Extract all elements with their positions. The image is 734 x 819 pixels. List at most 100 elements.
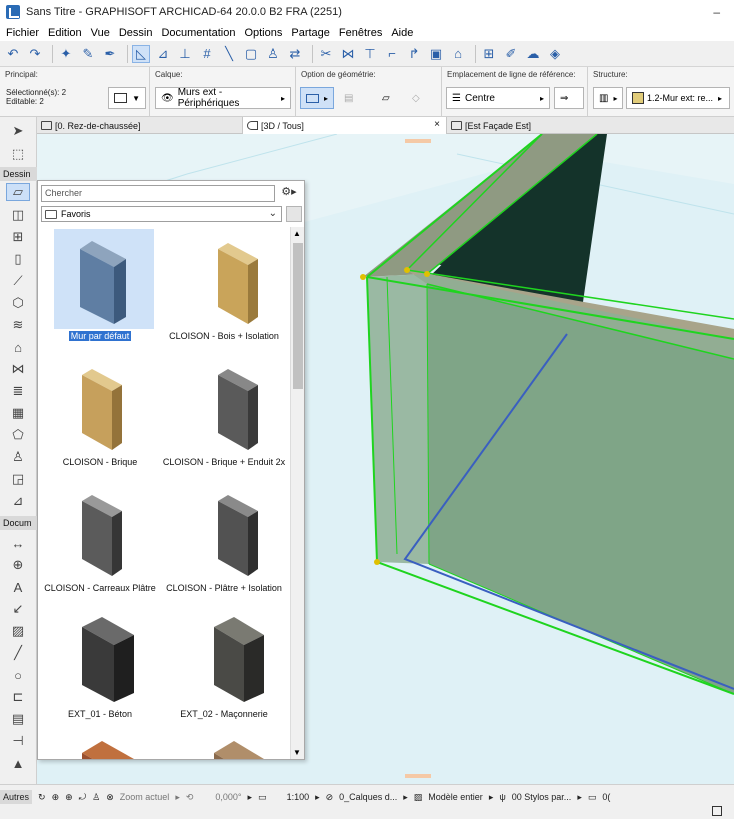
undo-icon[interactable]: ↶ xyxy=(4,45,22,63)
menu-aide[interactable]: Aide xyxy=(391,27,413,39)
angle-value[interactable]: 0,000° xyxy=(215,792,241,802)
close-tab-icon[interactable]: × xyxy=(434,119,440,130)
structure-type-button[interactable]: ▥ ▸ xyxy=(593,87,623,109)
favorite-item[interactable]: CLOISON - Carreaux Plâtre xyxy=(38,479,160,603)
geometry-straight-button[interactable]: ▸ xyxy=(300,87,334,109)
reference-line-selector[interactable]: ☰ Centre ▸ xyxy=(446,87,550,109)
hotspot[interactable] xyxy=(404,267,410,273)
wall-tool-icon[interactable]: ▱ xyxy=(6,183,30,201)
favorite-item[interactable]: Mur par défaut xyxy=(38,227,160,351)
circle-tool-icon[interactable]: ○ xyxy=(8,666,28,684)
trim-icon[interactable]: ⊤ xyxy=(361,45,379,63)
favorite-item[interactable]: CLOISON - Plâtre + Isolation xyxy=(162,479,284,603)
favorite-item[interactable]: EXT_02 - Maçonnerie xyxy=(162,605,284,729)
drawing-tool-icon[interactable]: ▤ xyxy=(8,710,28,728)
column-tool-icon[interactable]: ▯ xyxy=(8,250,28,268)
explode-icon[interactable]: ⊞ xyxy=(480,45,498,63)
menu-dessin[interactable]: Dessin xyxy=(119,27,153,39)
folder-manage-button[interactable] xyxy=(286,206,302,222)
geometry-rect-button[interactable]: ▱ xyxy=(376,87,402,109)
tab-3d-tous[interactable]: [3D / Tous] × xyxy=(242,117,447,134)
select-box-icon[interactable]: ▢ xyxy=(242,45,260,63)
favorite-item[interactable]: CLOISON - Brique xyxy=(38,353,160,477)
hotspot[interactable] xyxy=(374,559,380,565)
layer-combination[interactable]: 0_Calques d... xyxy=(339,792,397,802)
geometry-rotated-button[interactable]: ◇ xyxy=(406,87,432,109)
door-tool-icon[interactable]: ◫ xyxy=(8,206,28,224)
minimize-button[interactable]: – xyxy=(713,5,720,19)
pen-set[interactable]: 00 Stylos par... xyxy=(512,792,572,802)
tab-est-facade[interactable]: [Est Façade Est] xyxy=(447,117,652,134)
person-icon[interactable]: ♙ xyxy=(264,45,282,63)
zoom-icon[interactable]: ⊕ xyxy=(52,792,60,803)
cloud-icon[interactable]: ☁ xyxy=(524,45,542,63)
favorite-item[interactable]: CLOISON - Brique + Enduit 2x xyxy=(162,353,285,477)
walk-icon[interactable]: ♙ xyxy=(92,792,100,803)
guide-line-icon[interactable]: ◺ xyxy=(132,44,150,63)
favorite-item[interactable] xyxy=(162,731,284,759)
house-icon[interactable]: ⌂ xyxy=(449,45,467,63)
window-tool-icon[interactable]: ⊞ xyxy=(8,228,28,246)
menu-fenetres[interactable]: Fenêtres xyxy=(339,27,382,39)
orbit-icon[interactable]: ↻ xyxy=(38,792,46,803)
flip-direction-button[interactable]: ⇒ xyxy=(554,87,584,109)
fill-tool-icon[interactable]: ▨ xyxy=(8,622,28,640)
curtain-wall-tool-icon[interactable]: ▦ xyxy=(8,404,28,422)
wall-shape-button[interactable]: ▼ xyxy=(108,87,146,109)
shell-tool-icon[interactable]: ⋈ xyxy=(8,360,28,378)
scroll-up-icon[interactable]: ▲ xyxy=(293,229,301,238)
menu-documentation[interactable]: Documentation xyxy=(161,27,235,39)
dimension-tool-icon[interactable]: ↔ xyxy=(8,534,28,552)
menu-edition[interactable]: Edition xyxy=(48,27,82,39)
favorite-item[interactable]: EXT_01 - Béton xyxy=(38,605,160,729)
gravity-icon[interactable]: ⊥ xyxy=(176,45,194,63)
copy-icon[interactable] xyxy=(712,806,722,816)
menu-fichier[interactable]: Fichier xyxy=(6,27,39,39)
menu-partage[interactable]: Partage xyxy=(291,27,330,39)
text-tool-icon[interactable]: A xyxy=(8,578,28,596)
object-tool-icon[interactable]: ♙ xyxy=(8,448,28,466)
magic-wand-icon[interactable]: ✦ xyxy=(57,45,75,63)
zoom-in-icon[interactable]: ⊕ xyxy=(65,792,73,803)
menu-options[interactable]: Options xyxy=(244,27,282,39)
favorites-folder-dropdown[interactable]: Favoris ⌄ xyxy=(41,206,282,222)
scroll-down-icon[interactable]: ▼ xyxy=(293,748,301,757)
section-tool-icon[interactable]: ⊣ xyxy=(8,732,28,750)
gear-icon[interactable]: ⚙▸ xyxy=(278,185,300,202)
syringe-icon[interactable]: ✒ xyxy=(101,45,119,63)
slab-tool-icon[interactable]: ⬡ xyxy=(8,294,28,312)
trace-icon[interactable]: ⇄ xyxy=(286,45,304,63)
intersect-icon[interactable]: ⋈ xyxy=(339,45,357,63)
scrollbar-thumb[interactable] xyxy=(293,243,303,389)
pan-icon[interactable]: ⤾ xyxy=(79,792,87,803)
scissors-icon[interactable]: ✂ xyxy=(317,45,335,63)
hotspot[interactable] xyxy=(424,271,430,277)
snap-icon[interactable]: ⊿ xyxy=(154,45,172,63)
redo-icon[interactable]: ↷ xyxy=(26,45,44,63)
zone-tool-icon[interactable]: ◲ xyxy=(8,470,28,488)
railing-tool-icon[interactable]: ≣ xyxy=(8,382,28,400)
display-option[interactable]: 0( xyxy=(602,792,610,802)
beam-tool-icon[interactable]: ⟋ xyxy=(8,272,28,290)
grid-icon[interactable]: # xyxy=(198,45,216,63)
marquee-tool-icon[interactable]: ⬚ xyxy=(8,145,28,163)
morph-tool-icon[interactable]: ⬠ xyxy=(8,426,28,444)
scale-value[interactable]: 1:100 xyxy=(287,792,310,802)
brush-icon[interactable]: ✐ xyxy=(502,45,520,63)
line-tool-icon[interactable]: ╱ xyxy=(8,644,28,662)
zoom-level[interactable]: Zoom actuel xyxy=(120,792,170,802)
tab-rez-de-chaussee[interactable]: [0. Rez-de-chaussée] xyxy=(37,117,242,134)
elevation-tool-icon[interactable]: ▲ xyxy=(8,754,28,772)
geometry-chain-button[interactable]: ▤ xyxy=(338,87,368,109)
arrow-tool-icon[interactable]: ➤ xyxy=(8,122,28,140)
offset-icon[interactable]: ↱ xyxy=(405,45,423,63)
level-dimension-tool-icon[interactable]: ⊕ xyxy=(8,556,28,574)
favorite-item[interactable]: CLOISON - Bois + Isolation xyxy=(162,227,284,351)
model-view-option[interactable]: Modèle entier xyxy=(428,792,483,802)
fillet-icon[interactable]: ⌐ xyxy=(383,45,401,63)
stair-tool-icon[interactable]: ≋ xyxy=(8,316,28,334)
view-3d-icon[interactable]: ◈ xyxy=(546,45,564,63)
label-tool-icon[interactable]: ↙ xyxy=(8,600,28,618)
rotate-icon[interactable]: ⟲ xyxy=(186,792,194,803)
favorite-item[interactable] xyxy=(38,731,160,759)
